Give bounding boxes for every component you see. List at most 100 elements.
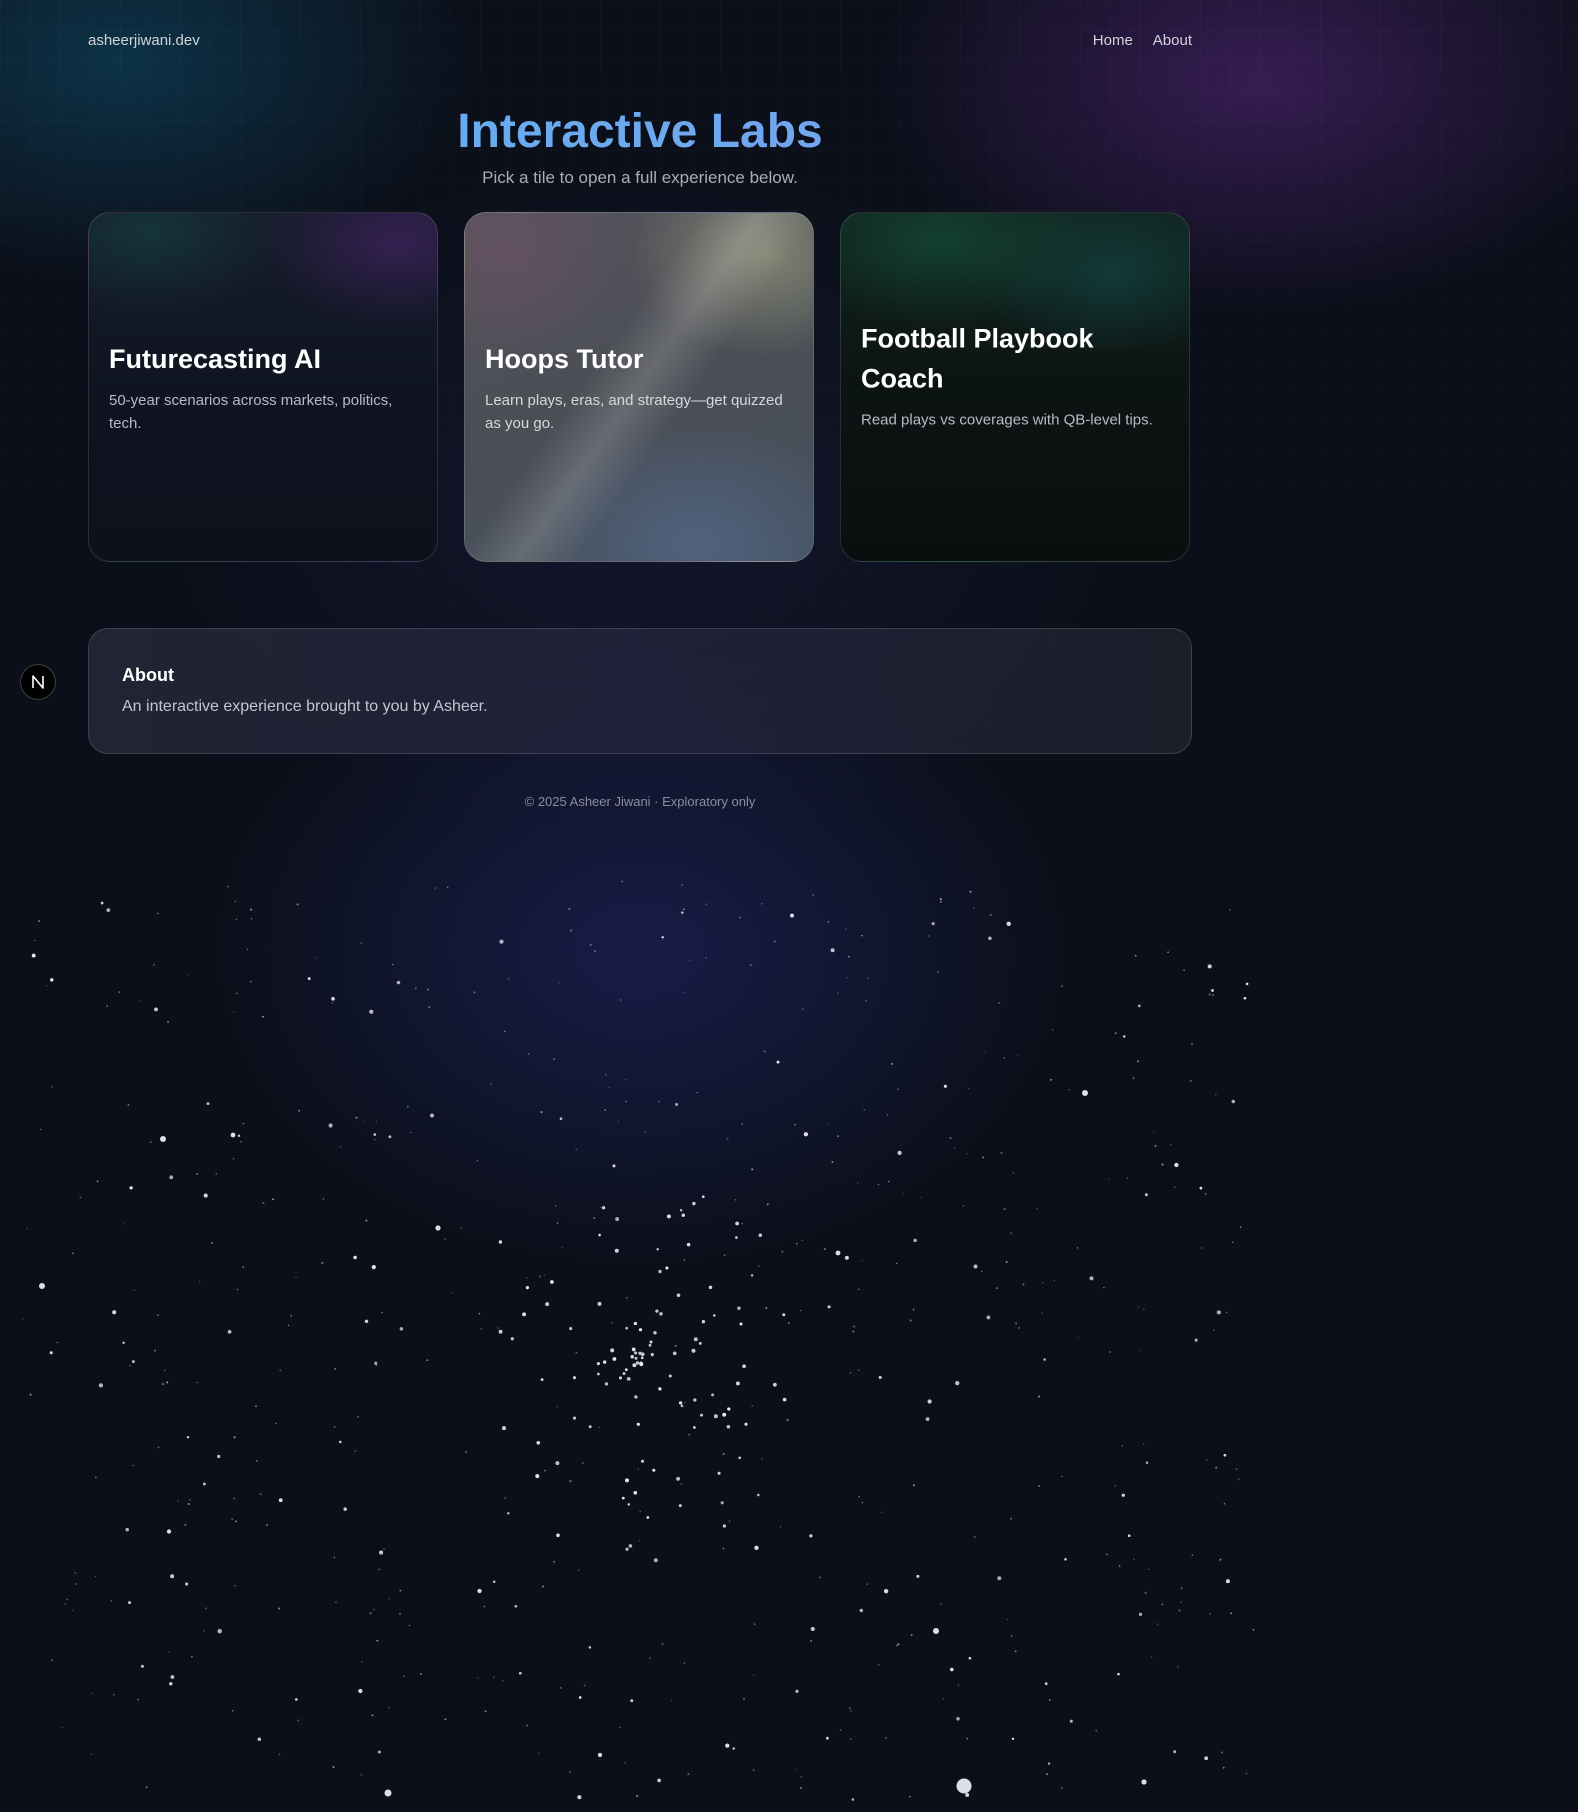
star [728,1520,731,1522]
star [537,1752,540,1755]
star [1219,1558,1222,1561]
star [553,1560,556,1563]
star [648,1657,651,1660]
star [693,1337,698,1342]
star [230,1132,236,1138]
star [624,1762,626,1764]
star [465,1451,468,1454]
star [965,1792,970,1797]
star [652,1468,656,1472]
star [598,1426,600,1429]
star [1212,994,1214,996]
star [1060,1787,1063,1789]
tile-hoops-tutor[interactable]: Hoops Tutor Learn plays, eras, and strat… [464,212,814,562]
star [1167,951,1169,954]
star [1000,1152,1003,1154]
star [1144,1591,1147,1594]
star [261,1015,264,1018]
star [556,1406,558,1408]
star [738,1456,741,1460]
star [753,1623,756,1626]
star [649,1340,653,1344]
star [625,1547,629,1551]
star [262,1201,265,1205]
brand-link[interactable]: asheerjiwani.dev [88,32,200,49]
star [608,1086,611,1089]
star [727,1407,731,1411]
star [812,894,815,896]
star [91,1692,94,1695]
star [988,936,992,941]
star [1121,1493,1125,1497]
star [540,1111,543,1114]
tile-futurecasting-ai[interactable]: Futurecasting AI 50-year scenarios acros… [88,212,438,562]
star [149,1141,152,1144]
star [631,1347,636,1352]
star [956,1717,960,1721]
site-header: asheerjiwani.dev Home About [88,30,1192,54]
star [545,1302,550,1307]
star [639,1540,641,1542]
tile-description: Read plays vs coverages with QB-level ti… [861,411,1153,429]
star [190,1655,193,1658]
star [779,1526,782,1528]
star [246,948,249,951]
star [140,1664,144,1668]
tile-football-playbook-coach[interactable]: Football Playbook Coach Read plays vs co… [840,212,1190,562]
star [989,913,992,916]
star [49,1351,53,1355]
star [39,1128,42,1131]
star [1038,1395,1041,1398]
star [1005,1260,1008,1263]
star [853,1325,856,1328]
star [234,1585,236,1587]
star [1220,1751,1223,1754]
star [410,1131,412,1134]
star [790,913,794,918]
star [597,1372,600,1376]
star [598,1233,601,1237]
star [981,1270,983,1273]
star [679,1208,683,1212]
star [639,1361,643,1366]
star [742,1364,746,1369]
star [153,964,155,966]
star [331,1001,334,1004]
star [680,1404,684,1408]
star [360,1773,363,1776]
about-card: About An interactive experience brought … [88,628,1192,754]
star [387,1706,390,1709]
star [518,1671,522,1675]
star [133,1289,136,1291]
star [1211,989,1214,992]
star [450,1291,453,1294]
star [372,1608,375,1611]
star [1060,985,1063,988]
nav-about-link[interactable]: About [1153,32,1192,49]
star [1174,1162,1179,1168]
star [1199,1186,1203,1190]
star [744,1422,748,1426]
star [857,1369,860,1371]
star [781,1250,784,1253]
star [170,1574,175,1579]
star [578,1696,582,1699]
n-logo-icon [32,675,44,689]
star [752,1769,755,1772]
star [526,1277,528,1279]
star [826,1736,829,1740]
star [661,1643,664,1646]
star [1161,1163,1164,1166]
star [157,1314,160,1317]
nav-home-link[interactable]: Home [1093,32,1133,49]
star [827,920,830,923]
star [641,1459,644,1463]
star [507,978,510,980]
star [1208,993,1211,996]
star [577,1795,582,1800]
star [1183,969,1185,972]
page-title: Interactive Labs [88,104,1192,160]
star [801,1008,804,1011]
n-badge-button[interactable] [20,664,56,700]
star [255,1459,258,1462]
